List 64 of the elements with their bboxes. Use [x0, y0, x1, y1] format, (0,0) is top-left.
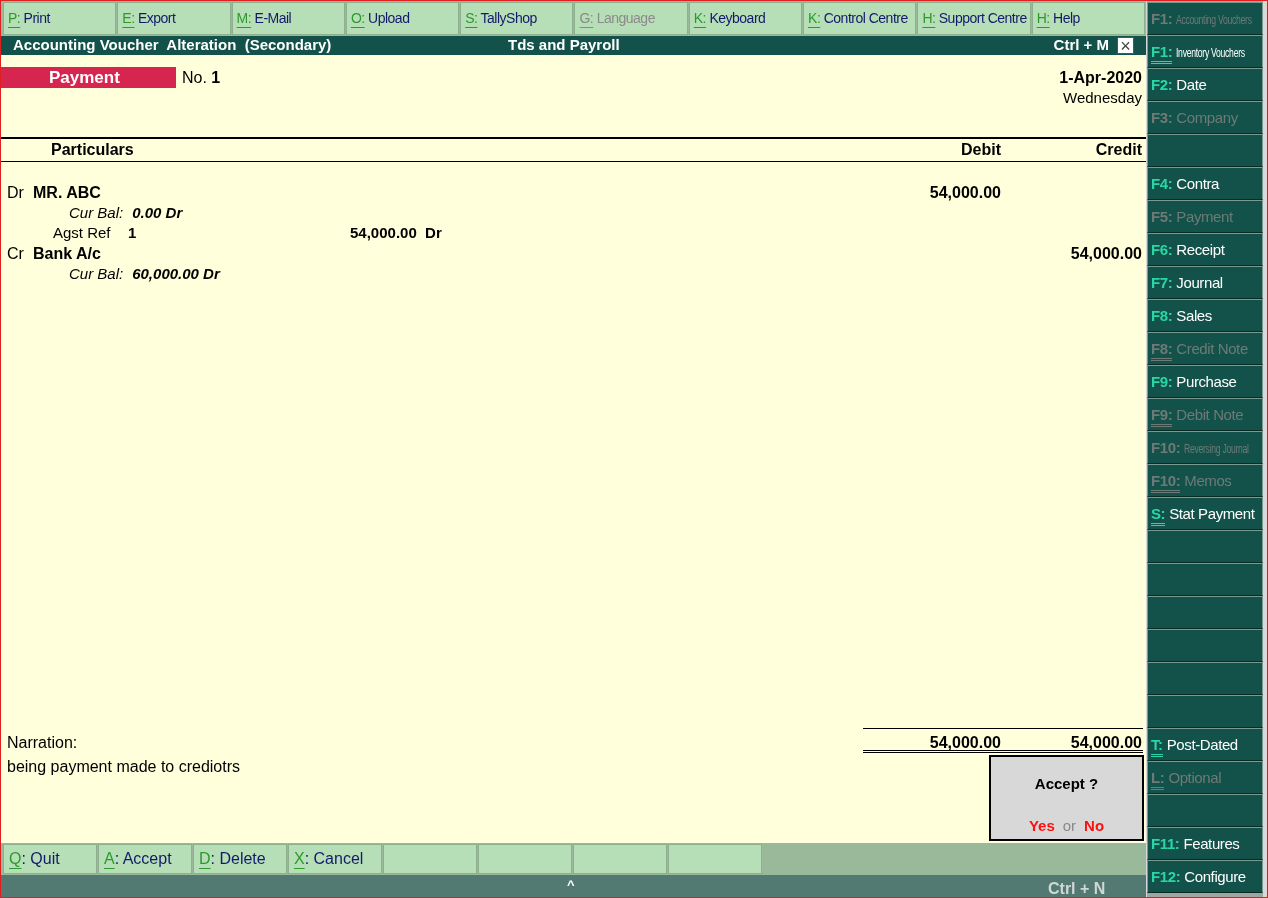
menu-button[interactable]: S: TallyShop: [460, 2, 574, 35]
menu-button[interactable]: O: Upload: [345, 2, 460, 35]
balance-label: Cur Bal:: [69, 202, 124, 223]
sidebar-button[interactable]: F9: Purchase: [1147, 365, 1263, 398]
sidebar-button[interactable]: F7: Journal: [1147, 266, 1263, 299]
empty-button[interactable]: [1147, 596, 1263, 629]
credit-amount: 54,000.00: [1069, 243, 1142, 264]
ledger-name: Bank A/c: [33, 243, 102, 264]
empty-button[interactable]: [1147, 662, 1263, 695]
empty-button[interactable]: [1147, 530, 1263, 563]
scroll-caret[interactable]: ^: [567, 875, 575, 895]
or-text: or: [1062, 815, 1077, 836]
voucher-type: Payment: [1, 67, 176, 88]
sidebar-button[interactable]: F1: Inventory Vouchers: [1147, 35, 1263, 68]
action-button[interactable]: Q: Quit: [3, 844, 97, 874]
credit-total: 54,000.00: [1069, 733, 1142, 753]
ref-name: 1: [128, 222, 138, 243]
ledger-name: MR. ABC: [33, 182, 102, 203]
action-button[interactable]: D: Delete: [193, 844, 287, 874]
sidebar-button[interactable]: F4: Contra: [1147, 167, 1263, 200]
sidebar-button[interactable]: T: Post-Dated: [1147, 728, 1263, 761]
window-title: Accounting Voucher Alteration (Secondary): [13, 35, 333, 56]
voucher-number: No. 1: [182, 68, 221, 88]
entry-side: Dr: [6, 182, 25, 203]
narration-label: Narration:: [6, 733, 79, 753]
sidebar-button[interactable]: F2: Date: [1147, 68, 1263, 101]
close-button[interactable]: ×: [1117, 37, 1134, 54]
menu-button[interactable]: H: Support Centre: [917, 2, 1031, 35]
menu-button[interactable]: K: Control Centre: [803, 2, 917, 35]
entry-side: Cr: [6, 243, 25, 264]
sidebar-button[interactable]: S: Stat Payment: [1147, 497, 1263, 530]
menu-button[interactable]: E: Export: [117, 2, 231, 35]
sidebar-button[interactable]: F11: Features: [1147, 827, 1263, 860]
narration-text: being payment made to crediotrs: [6, 757, 241, 777]
menu-button[interactable]: H: Help: [1031, 2, 1145, 35]
debit-amount: 54,000.00: [928, 182, 1001, 203]
menu-button[interactable]: P: Print: [3, 2, 117, 35]
column-header: Debit: [960, 140, 1001, 160]
balance-value: 0.00 Dr: [132, 202, 183, 223]
dialog-question: Accept ?: [1034, 774, 1099, 794]
menu-button[interactable]: M: E-Mail: [231, 2, 345, 35]
ref-amount: 54,000.00 Dr: [350, 222, 442, 243]
empty-button[interactable]: [1147, 629, 1263, 662]
sidebar-button[interactable]: F12: Configure: [1147, 860, 1263, 893]
empty-button[interactable]: [1147, 695, 1263, 728]
column-header: Particulars: [50, 140, 135, 160]
company-name: Tds and Payroll: [508, 35, 621, 56]
column-header: Credit: [1094, 140, 1142, 160]
debit-total: 54,000.00: [928, 733, 1001, 753]
action-button[interactable]: X: Cancel: [288, 844, 382, 874]
sidebar-button[interactable]: F8: Sales: [1147, 299, 1263, 332]
shortcut-label: Ctrl + N: [1048, 879, 1106, 898]
ref-type: Agst Ref: [52, 222, 112, 243]
empty-button[interactable]: [1147, 563, 1263, 596]
empty-button[interactable]: [1147, 134, 1263, 167]
empty-button[interactable]: [1147, 794, 1263, 827]
sidebar-button[interactable]: F6: Receipt: [1147, 233, 1263, 266]
action-button[interactable]: A: Accept: [98, 844, 192, 874]
balance-label: Cur Bal:: [69, 263, 124, 284]
voucher-date: 1-Apr-2020: [1059, 68, 1142, 88]
voucher-day: Wednesday: [1063, 88, 1142, 108]
balance-value: 60,000.00 Dr: [132, 263, 220, 284]
shortcut-label: Ctrl + M: [1053, 35, 1109, 56]
menu-button[interactable]: K: Keyboard: [688, 2, 803, 35]
